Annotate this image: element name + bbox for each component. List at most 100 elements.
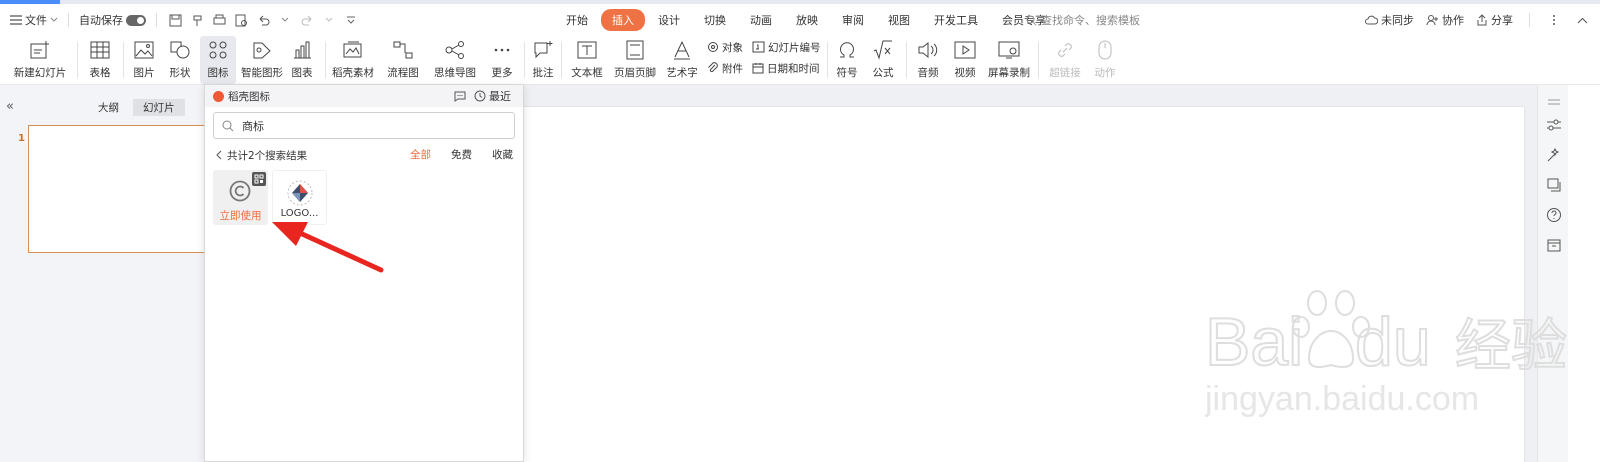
- inbox-icon[interactable]: [1546, 237, 1562, 253]
- divider: [325, 42, 326, 78]
- print-icon[interactable]: [211, 12, 227, 28]
- tab-developer[interactable]: 开发工具: [923, 9, 989, 31]
- flowchart-button[interactable]: 流程图: [380, 36, 426, 84]
- slide-number-button[interactable]: 幻灯片编号: [752, 38, 821, 56]
- wordart-button[interactable]: 艺术字: [660, 36, 704, 84]
- tab-slides[interactable]: 幻灯片: [133, 99, 185, 116]
- watermark-text-jingyan: 经验: [1455, 314, 1567, 379]
- shell-material-button[interactable]: 稻壳素材: [330, 36, 376, 84]
- tab-slideshow[interactable]: 放映: [785, 9, 829, 31]
- textbox-button[interactable]: 文本框: [566, 36, 608, 84]
- new-slide-icon: [25, 36, 55, 63]
- chat-bubble-icon[interactable]: [454, 90, 466, 102]
- chevron-left-icon: [216, 150, 222, 160]
- collapse-panel-icon[interactable]: «: [6, 99, 14, 114]
- screen-record-button[interactable]: 屏幕录制: [986, 36, 1032, 84]
- divider: [561, 42, 562, 78]
- textbox-label: 文本框: [571, 67, 603, 79]
- undo-icon[interactable]: [255, 12, 271, 28]
- action-button[interactable]: 动作: [1090, 36, 1120, 84]
- divider: [77, 42, 78, 78]
- new-slide-button[interactable]: 新建幻灯片: [8, 36, 72, 84]
- mindmap-label: 思维导图: [434, 67, 476, 79]
- tab-animation[interactable]: 动画: [739, 9, 783, 31]
- sync-button[interactable]: 未同步: [1365, 12, 1414, 28]
- date-time-button[interactable]: 日期和时间: [752, 59, 820, 77]
- video-icon: [950, 36, 980, 63]
- qr-code-icon[interactable]: [252, 172, 266, 186]
- user-add-icon: [1426, 15, 1438, 26]
- share-button[interactable]: 分享: [1476, 12, 1513, 28]
- icon-search-box[interactable]: [213, 112, 515, 139]
- tab-insert[interactable]: 插入: [601, 9, 645, 31]
- slide-thumbnail[interactable]: [28, 125, 208, 253]
- audio-button[interactable]: 音频: [911, 36, 945, 84]
- filter-free[interactable]: 免费: [451, 147, 472, 162]
- tab-home[interactable]: 开始: [555, 9, 599, 31]
- filter-all[interactable]: 全部: [410, 147, 431, 162]
- toggle-switch-icon: [126, 14, 146, 26]
- help-icon[interactable]: [1546, 207, 1562, 223]
- attachment-button[interactable]: 附件: [707, 59, 743, 77]
- calendar-icon: [752, 63, 764, 74]
- header-footer-button[interactable]: 页眉页脚: [612, 36, 658, 84]
- picture-button[interactable]: 图片: [128, 36, 160, 84]
- comment-button[interactable]: 批注: [529, 36, 557, 84]
- table-icon: [85, 36, 115, 63]
- tab-view[interactable]: 视图: [877, 9, 921, 31]
- redo-icon[interactable]: [299, 12, 315, 28]
- recent-button[interactable]: 最近: [474, 88, 511, 104]
- symbol-button[interactable]: 符号: [832, 36, 862, 84]
- ribbon-tabs: 开始 插入 设计 切换 动画 放映 审阅 视图 开发工具 会员专享: [555, 4, 1057, 36]
- formula-label: 公式: [872, 67, 894, 79]
- slide-transition-icon[interactable]: [1546, 177, 1562, 193]
- icon-search-input[interactable]: [242, 119, 492, 132]
- file-menu-button[interactable]: 文件: [10, 12, 58, 28]
- chevron-down-icon[interactable]: [277, 12, 293, 28]
- slide-number: 1: [18, 133, 25, 144]
- tab-design[interactable]: 设计: [647, 9, 691, 31]
- chevron-down-icon[interactable]: [321, 12, 337, 28]
- action-label: 动作: [1094, 67, 1116, 79]
- divider: [906, 42, 907, 78]
- shape-button[interactable]: 形状: [163, 36, 197, 84]
- tab-transition[interactable]: 切换: [693, 9, 737, 31]
- collab-button[interactable]: 协作: [1426, 12, 1464, 28]
- magic-wand-icon[interactable]: [1546, 147, 1562, 163]
- object-icon: [708, 42, 718, 52]
- results-count-label: 共计2个搜索结果: [227, 149, 308, 162]
- header-footer-label: 页眉页脚: [614, 67, 656, 79]
- tab-review[interactable]: 审阅: [831, 9, 875, 31]
- hamburger-icon: [10, 15, 22, 25]
- format-painter-icon[interactable]: [189, 12, 205, 28]
- drag-handle-icon[interactable]: [1546, 95, 1562, 111]
- wordart-label: 艺术字: [666, 67, 698, 79]
- more-label: 更多: [491, 67, 513, 79]
- save-icon[interactable]: [167, 12, 183, 28]
- object-button[interactable]: 对象: [707, 38, 743, 56]
- chart-label: 图表: [291, 67, 313, 79]
- table-button[interactable]: 表格: [82, 36, 118, 84]
- divider: [827, 42, 828, 78]
- customize-toolbar-icon[interactable]: [343, 12, 359, 28]
- icon-panel-header-actions: 最近: [454, 85, 511, 107]
- chevron-up-icon[interactable]: [1574, 12, 1590, 28]
- smart-art-button[interactable]: 智能图形: [239, 36, 285, 84]
- command-search[interactable]: 查找命令、搜索模板: [1026, 4, 1140, 36]
- hyperlink-button[interactable]: 超链接: [1043, 36, 1087, 84]
- chart-button[interactable]: 图表: [287, 36, 317, 84]
- picture-icon: [129, 36, 159, 63]
- use-now-button[interactable]: 立即使用: [213, 208, 268, 223]
- icon-button[interactable]: 图标: [200, 36, 236, 84]
- more-button[interactable]: 更多: [485, 36, 519, 84]
- comment-icon: [528, 36, 558, 63]
- more-vertical-icon[interactable]: [1546, 12, 1562, 28]
- sliders-icon[interactable]: [1546, 117, 1562, 133]
- tab-outline[interactable]: 大纲: [88, 99, 129, 116]
- video-button[interactable]: 视频: [948, 36, 982, 84]
- print-preview-icon[interactable]: [233, 12, 249, 28]
- autosave-toggle[interactable]: 自动保存: [79, 12, 146, 28]
- filter-favorites[interactable]: 收藏: [492, 147, 513, 162]
- formula-button[interactable]: 公式: [866, 36, 900, 84]
- mindmap-button[interactable]: 思维导图: [428, 36, 482, 84]
